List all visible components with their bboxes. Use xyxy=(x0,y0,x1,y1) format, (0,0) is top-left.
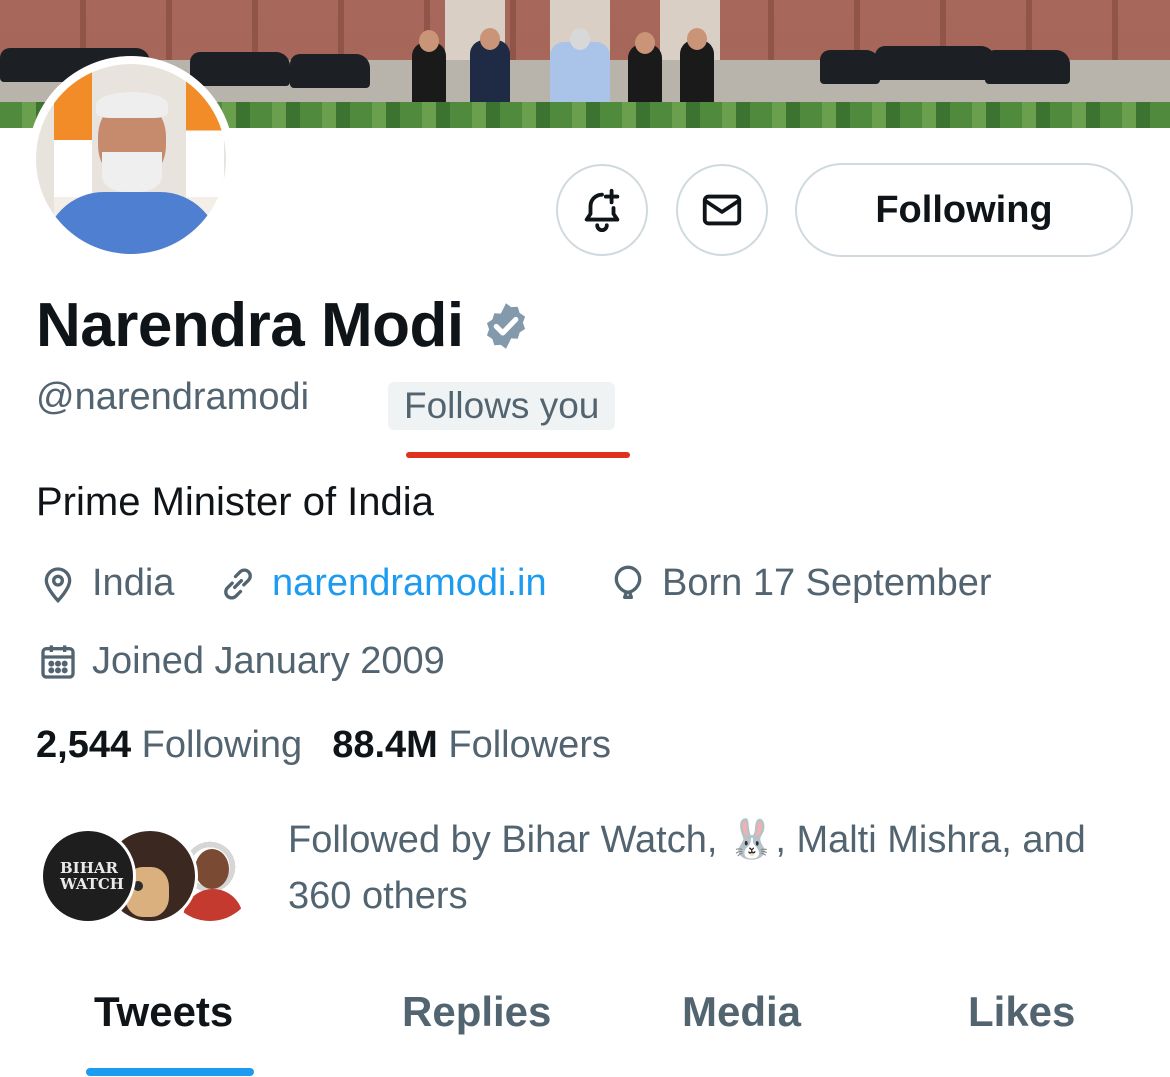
profile-tabs: Tweets Replies Media Likes xyxy=(0,980,1170,1077)
joined-text: Joined January 2009 xyxy=(92,640,445,682)
banner-person-head xyxy=(635,32,655,54)
following-stat[interactable]: 2,544 Following xyxy=(36,724,302,767)
website-link[interactable]: narendramodi.in xyxy=(272,562,547,605)
following-count: 2,544 xyxy=(36,724,132,766)
avatar-hair xyxy=(96,92,168,118)
tab-media[interactable]: Media xyxy=(682,988,801,1036)
tab-replies[interactable]: Replies xyxy=(402,988,551,1036)
avatar-beard xyxy=(102,152,162,192)
avatar-kurta xyxy=(44,192,220,254)
follower-avatar-1[interactable]: BIHAR WATCH xyxy=(40,828,136,924)
followed-by-text[interactable]: Followed by Bihar Watch, 🐰, Malti Mishra… xyxy=(288,812,1148,924)
profile-location: India xyxy=(38,562,174,605)
following-button[interactable]: Following xyxy=(795,163,1133,257)
tab-likes[interactable]: Likes xyxy=(968,988,1075,1036)
envelope-icon xyxy=(702,194,742,226)
banner-car xyxy=(290,54,370,88)
highlight-underline xyxy=(406,452,630,458)
profile-bio: Prime Minister of India xyxy=(36,480,434,524)
banner-person-head xyxy=(687,28,707,50)
notify-button[interactable] xyxy=(556,164,648,256)
profile-website[interactable]: narendramodi.in xyxy=(218,562,547,605)
banner-person-head xyxy=(419,30,439,52)
profile-name: Narendra Modi xyxy=(36,291,464,360)
bihar-watch-logo-text: BIHAR WATCH xyxy=(60,859,124,893)
banner-car xyxy=(985,50,1070,84)
banner-person-head xyxy=(480,28,500,50)
banner-car xyxy=(875,46,995,80)
profile-stats: 2,544 Following 88.4M Followers xyxy=(36,724,611,767)
profile-handle: @narendramodi xyxy=(36,376,310,418)
follower-emoji: 🐰 xyxy=(728,819,776,861)
active-tab-indicator xyxy=(86,1068,254,1076)
balloon-icon xyxy=(614,565,642,599)
follower-avatar-3-face xyxy=(195,849,229,889)
avatar-photo xyxy=(36,64,226,254)
profile-avatar[interactable] xyxy=(28,56,234,262)
profile-name-row: Narendra Modi xyxy=(36,290,532,361)
follows-you-badge: Follows you xyxy=(388,382,616,430)
location-pin-icon xyxy=(44,566,72,603)
tab-tweets[interactable]: Tweets xyxy=(94,988,233,1036)
message-button[interactable] xyxy=(676,164,768,256)
birthday-text: Born 17 September xyxy=(662,562,992,604)
location-text: India xyxy=(92,562,175,604)
banner-person-head xyxy=(570,28,590,50)
calendar-icon xyxy=(41,644,75,679)
profile-birthday: Born 17 September xyxy=(608,562,992,605)
following-label: Following xyxy=(141,724,303,766)
banner-car xyxy=(820,50,880,84)
followers-stat[interactable]: 88.4M Followers xyxy=(332,724,611,767)
bell-plus-icon xyxy=(584,188,620,232)
verified-badge-icon[interactable] xyxy=(480,300,532,352)
link-icon xyxy=(224,568,252,599)
profile-joined: Joined January 2009 xyxy=(38,640,445,683)
followers-count: 88.4M xyxy=(332,724,438,766)
followed-by-prefix: Followed by Bihar Watch, xyxy=(288,819,718,861)
followers-label: Followers xyxy=(448,724,611,766)
